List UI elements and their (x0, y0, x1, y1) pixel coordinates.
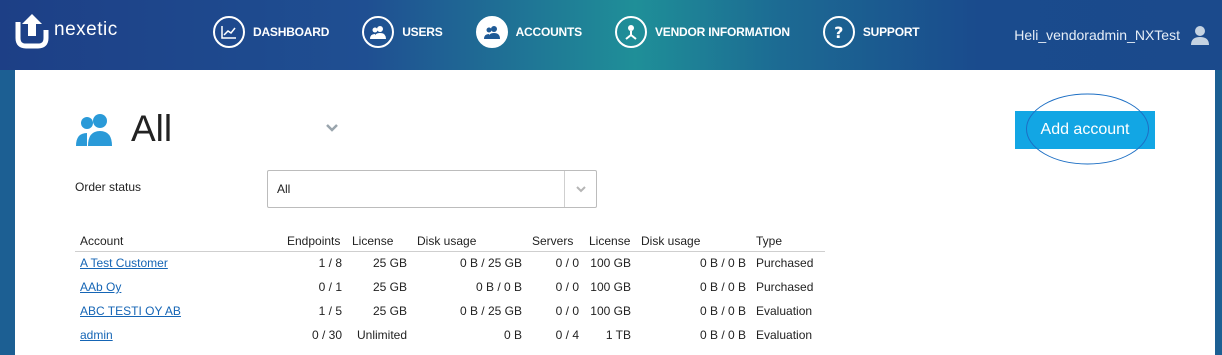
nav-item-vendor-information[interactable]: VENDOR INFORMATION (614, 16, 790, 48)
table-cell: 1 / 5 (318, 304, 342, 318)
table-cell: 0 B / 25 GB (459, 304, 522, 318)
table-cell: 0 B / 0 B (699, 304, 746, 318)
table-row: AAb Oy 0 / 1 25 GB 0 B / 0 B 0 / 0 100 G… (75, 275, 825, 299)
chevron-down-icon (576, 186, 586, 193)
select-divider (564, 171, 565, 207)
table-cell: 0 B / 0 B (699, 256, 746, 271)
account-link[interactable]: A Test Customer (80, 256, 168, 270)
chart-icon (213, 16, 245, 48)
table-cell: Purchased (756, 256, 814, 271)
page-title-row: All (74, 108, 172, 150)
column-header[interactable]: Disk usage (412, 231, 527, 252)
order-status-value: All (277, 182, 291, 196)
account-cell: ABC TESTI OY AB (75, 299, 282, 323)
table-cell: 0 / 0 (555, 304, 579, 318)
table-cell: 0 B (503, 328, 522, 342)
account-link[interactable]: ABC TESTI OY AB (80, 304, 181, 318)
accounts-icon (475, 16, 508, 48)
table-row: ABC TESTI OY AB 1 / 5 25 GB 0 B / 25 GB … (75, 299, 825, 323)
column-header[interactable]: License (584, 231, 636, 252)
user-menu[interactable]: Heli_vendoradmin_NXTest (1014, 25, 1210, 45)
table-cell: 25 GB (372, 304, 407, 318)
account-link[interactable]: AAb Oy (80, 280, 121, 294)
table-cell: 25 GB (372, 280, 407, 294)
column-header[interactable]: Type (751, 231, 825, 252)
table-cell: Evaluation (756, 328, 813, 342)
nav-item-dashboard[interactable]: DASHBOARD (213, 16, 329, 48)
nav-item-support[interactable]: ? SUPPORT (822, 16, 920, 48)
table-cell: 0 / 4 (555, 328, 579, 342)
column-header[interactable]: Disk usage (636, 231, 751, 252)
accounts-title-icon (76, 114, 112, 146)
users-icon (362, 16, 395, 48)
table-row: A Test Customer 1 / 8 25 GB 0 B / 25 GB … (75, 251, 825, 275)
user-name: Heli_vendoradmin_NXTest (1014, 27, 1180, 43)
order-status-select[interactable]: All (267, 170, 597, 208)
table-cell: 0 / 30 (311, 328, 342, 342)
right-edge (1215, 70, 1222, 355)
table-cell: 1 / 8 (318, 256, 342, 271)
account-link[interactable]: admin (80, 328, 113, 342)
table-cell: 0 / 0 (555, 256, 579, 271)
table-cell: 100 GB (590, 256, 631, 271)
table-cell: 25 GB (372, 256, 407, 271)
accounts-table: Account Endpoints License Disk usage Ser… (75, 231, 825, 347)
table-cell: 0 B / 0 B (699, 280, 746, 294)
help-icon: ? (822, 16, 855, 48)
logo[interactable]: nexetic (14, 10, 118, 50)
column-header[interactable]: Account (75, 231, 282, 252)
column-header[interactable]: License (347, 231, 412, 252)
user-icon (1191, 26, 1209, 45)
table-header-row: Account Endpoints License Disk usage Ser… (75, 231, 825, 252)
chevron-down-icon[interactable] (324, 122, 340, 134)
table-cell: Purchased (756, 280, 814, 294)
table-cell: 0 B / 0 B (699, 328, 746, 342)
table-cell: 0 B / 0 B (475, 280, 522, 294)
add-account-button[interactable]: Add account (1015, 111, 1155, 149)
nav-label-users: USERS (402, 25, 443, 39)
column-header[interactable]: Servers (527, 231, 584, 252)
nav-label-support: SUPPORT (862, 25, 920, 39)
top-navigation-bar: nexetic DASHBOARD USERS ACCOUNTS VENDOR … (0, 0, 1222, 70)
table-cell: 0 / 0 (555, 280, 579, 294)
logo-icon (15, 14, 49, 49)
main-content: All Add account Order status All Account… (15, 70, 1215, 355)
table-row: admin 0 / 30 Unlimited 0 B 0 / 4 1 TB 0 … (75, 323, 825, 347)
table-cell: 100 GB (590, 304, 631, 318)
nav-label-accounts: ACCOUNTS (515, 25, 583, 39)
column-header[interactable]: Endpoints (282, 231, 347, 252)
order-status-label: Order status (75, 180, 142, 194)
table-cell: 0 B / 25 GB (459, 256, 522, 271)
table-cell: Unlimited (356, 328, 407, 342)
nav-label-vendor-information: VENDOR INFORMATION (654, 25, 790, 39)
account-cell: admin (75, 323, 282, 347)
page-title[interactable]: All (131, 108, 172, 150)
account-cell: AAb Oy (75, 275, 282, 299)
main-nav: DASHBOARD USERS ACCOUNTS VENDOR INFORMAT… (213, 16, 952, 48)
nav-label-dashboard: DASHBOARD (253, 25, 330, 39)
nav-item-users[interactable]: USERS (362, 16, 443, 48)
table-cell: 100 GB (590, 280, 631, 294)
account-cell: A Test Customer (75, 251, 282, 275)
table-cell: 0 / 1 (318, 280, 342, 294)
logo-text: nexetic (54, 19, 118, 40)
table-cell: Evaluation (756, 304, 813, 318)
table-cell: 1 TB (605, 328, 631, 342)
nav-item-accounts[interactable]: ACCOUNTS (475, 16, 583, 48)
vendor-icon (614, 16, 647, 48)
